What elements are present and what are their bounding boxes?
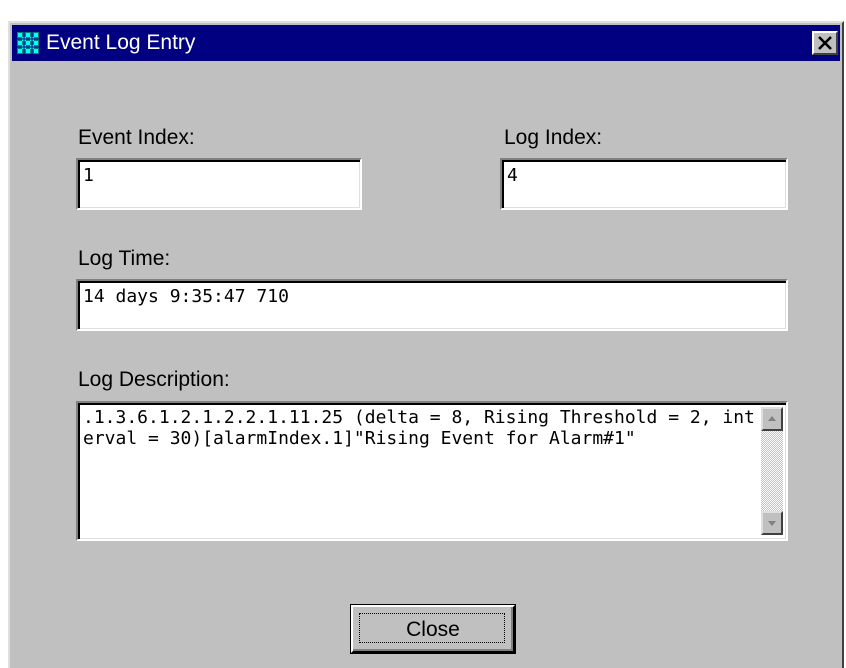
log-time-label: Log Time: (78, 247, 171, 270)
event-index-label: Event Index: (78, 126, 195, 149)
scroll-up-button[interactable] (761, 407, 783, 431)
event-index-field[interactable]: 1 (76, 158, 362, 210)
title-bar[interactable]: Event Log Entry (12, 25, 840, 61)
close-button[interactable]: Close (351, 605, 515, 653)
scroll-down-button[interactable] (761, 511, 783, 535)
grid-app-icon (17, 32, 39, 54)
arrow-down-icon (768, 521, 776, 526)
log-time-value: 14 days 9:35:47 710 (83, 286, 289, 307)
event-index-value: 1 (83, 165, 94, 186)
arrow-up-icon (768, 416, 776, 421)
event-log-entry-dialog: Event Log Entry Event Index: 1 Log Index… (8, 21, 844, 668)
log-index-field[interactable]: 4 (500, 158, 788, 210)
close-icon[interactable] (812, 31, 838, 55)
window-title: Event Log Entry (46, 31, 196, 54)
log-index-value: 4 (507, 165, 518, 186)
vertical-scrollbar[interactable] (761, 407, 783, 535)
log-description-field[interactable]: .1.3.6.1.2.1.2.2.1.11.25 (delta = 8, Ris… (76, 401, 788, 541)
log-description-value: .1.3.6.1.2.1.2.2.1.11.25 (delta = 8, Ris… (83, 407, 755, 449)
log-index-label: Log Index: (504, 126, 603, 149)
close-button-label: Close (406, 618, 460, 641)
log-time-field[interactable]: 14 days 9:35:47 710 (76, 279, 788, 331)
log-description-label: Log Description: (78, 368, 230, 391)
